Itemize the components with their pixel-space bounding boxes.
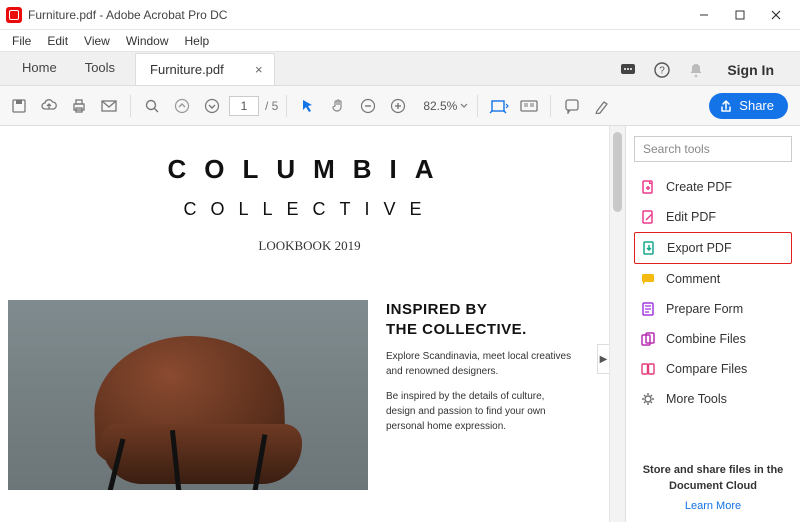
scroll-thumb[interactable] [613,132,622,212]
share-icon [719,99,733,113]
zoom-box[interactable]: 82.5% [415,99,469,113]
doc-para-2: Be inspired by the details of culture, d… [386,389,576,434]
titlebar: Furniture.pdf - Adobe Acrobat Pro DC [0,0,800,30]
more-tools-icon [640,391,656,407]
comment-icon [640,271,656,287]
doc-para-1: Explore Scandinavia, meet local creative… [386,349,576,379]
tab-home[interactable]: Home [8,52,71,85]
tab-tools[interactable]: Tools [71,52,129,85]
menu-help[interactable]: Help [179,32,216,50]
tool-comment[interactable]: Comment [634,264,792,294]
bell-icon[interactable] [687,61,705,79]
print-icon[interactable] [66,93,92,119]
tool-label: Create PDF [666,180,732,194]
tab-document-label: Furniture.pdf [150,62,224,77]
save-icon[interactable] [6,93,32,119]
fit-width-icon[interactable] [486,93,512,119]
toolbar: / 5 82.5% Share [0,86,800,126]
search-tools-input[interactable]: Search tools [634,136,792,162]
doc-lookbook: LOOKBOOK 2019 [8,238,611,254]
help-icon[interactable]: ? [653,61,671,79]
tool-combine-files[interactable]: Combine Files [634,324,792,354]
tool-more-tools[interactable]: More Tools [634,384,792,414]
tool-edit-pdf[interactable]: Edit PDF [634,202,792,232]
zoom-out-icon[interactable] [355,93,381,119]
close-button[interactable] [758,1,794,29]
vertical-scrollbar[interactable] [609,126,625,522]
tabbar: Home Tools Furniture.pdf × ? Sign In [0,52,800,86]
tool-prepare-form[interactable]: Prepare Form [634,294,792,324]
tool-label: Export PDF [667,241,732,255]
export-pdf-icon [641,240,657,256]
cloud-note: Store and share files in the Document Cl… [634,463,792,494]
minimize-button[interactable] [686,1,722,29]
tab-document[interactable]: Furniture.pdf × [135,53,275,85]
doc-heading-columbia: COLUMBIA [8,154,611,185]
window-title: Furniture.pdf - Adobe Acrobat Pro DC [28,8,227,22]
zoom-in-icon[interactable] [385,93,411,119]
menu-file[interactable]: File [6,32,37,50]
highlight-icon[interactable] [589,93,615,119]
share-button[interactable]: Share [709,93,788,119]
doc-heading-collective: COLLECTIVE [8,199,611,220]
page-up-icon[interactable] [169,93,195,119]
sign-in-button[interactable]: Sign In [721,62,780,78]
tool-label: Comment [666,272,720,286]
menu-window[interactable]: Window [120,32,175,50]
app-icon [6,7,22,23]
compare-files-icon [640,361,656,377]
share-label: Share [739,98,774,113]
chat-icon[interactable] [619,61,637,79]
chevron-down-icon [459,101,469,111]
svg-text:?: ? [660,66,666,77]
right-pane: Search tools Create PDF Edit PDF Export PD… [625,126,800,522]
menu-view[interactable]: View [78,32,116,50]
page-total: / 5 [265,99,278,113]
zoom-value: 82.5% [415,99,457,113]
chair-photo [8,300,368,490]
menu-edit[interactable]: Edit [41,32,74,50]
tool-label: Combine Files [666,332,746,346]
tab-close-icon[interactable]: × [252,62,266,77]
hand-tool-icon[interactable] [325,93,351,119]
edit-pdf-icon [640,209,656,225]
pdf-page: COLUMBIA COLLECTIVE LOOKBOOK 2019 INSPIR… [8,154,611,490]
inspired-heading: INSPIRED BYTHE COLLECTIVE. [386,300,601,339]
learn-more-link[interactable]: Learn More [634,500,792,512]
mail-icon[interactable] [96,93,122,119]
read-mode-icon[interactable] [516,93,542,119]
document-area[interactable]: COLUMBIA COLLECTIVE LOOKBOOK 2019 INSPIR… [0,126,625,522]
page-current-input[interactable] [229,96,259,116]
page-down-icon[interactable] [199,93,225,119]
tool-compare-files[interactable]: Compare Files [634,354,792,384]
tool-label: More Tools [666,392,727,406]
pane-toggle-icon[interactable]: ▶ [597,344,609,374]
cloud-upload-icon[interactable] [36,93,62,119]
create-pdf-icon [640,179,656,195]
tool-create-pdf[interactable]: Create PDF [634,172,792,202]
search-icon[interactable] [139,93,165,119]
workspace: COLUMBIA COLLECTIVE LOOKBOOK 2019 INSPIR… [0,126,800,522]
tool-label: Edit PDF [666,210,716,224]
tool-label: Prepare Form [666,302,743,316]
combine-files-icon [640,331,656,347]
doc-copy: INSPIRED BYTHE COLLECTIVE. Explore Scand… [386,300,611,490]
select-tool-icon[interactable] [295,93,321,119]
note-icon[interactable] [559,93,585,119]
tool-label: Compare Files [666,362,747,376]
page-box: / 5 [229,96,278,116]
prepare-form-icon [640,301,656,317]
tool-export-pdf[interactable]: Export PDF [634,232,792,264]
maximize-button[interactable] [722,1,758,29]
menubar: File Edit View Window Help [0,30,800,52]
